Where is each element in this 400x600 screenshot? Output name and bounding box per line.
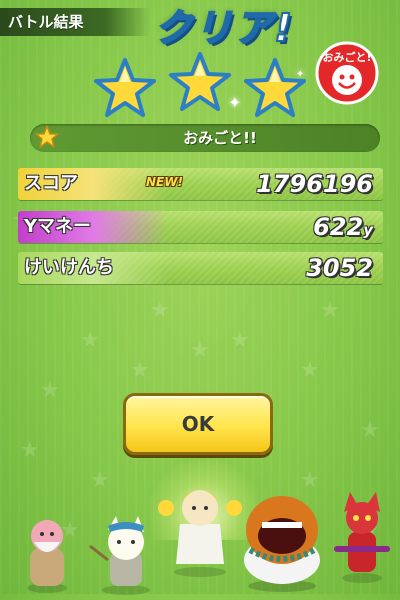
clear-title: クリア! (153, 5, 294, 51)
yokai-character-icon (330, 488, 394, 588)
sparkle-icon: ✦ (228, 93, 242, 112)
sparkle-icon: ✦ (296, 69, 305, 80)
comment-text: おみごと!! (183, 129, 257, 147)
stat-label: けいけんち (24, 257, 114, 278)
stat-value: 1796196 (256, 170, 373, 198)
stat-row-score: スコア NEW! 1796196 (18, 168, 383, 200)
rank-stars (92, 52, 308, 126)
stat-label: スコア (24, 173, 78, 194)
battle-result-label: バトル結果 (0, 8, 150, 36)
ok-button[interactable]: OK (123, 393, 273, 455)
stat-label: Yマネー (24, 216, 92, 237)
new-badge: NEW! (146, 175, 183, 189)
stat-row-exp: けいけんち 3052 (18, 252, 383, 284)
stat-row-ymoney: Yマネー 622y (18, 211, 383, 243)
stat-value: 3052 (306, 254, 373, 282)
rank-star-icon (167, 50, 233, 116)
yokai-characters (0, 470, 400, 596)
yokai-character-icon (22, 514, 72, 598)
rank-star-icon (92, 56, 158, 122)
star-icon (34, 124, 60, 150)
badge-text: おみごと! (322, 50, 371, 64)
yokai-character-icon (232, 488, 332, 596)
rank-star-icon (242, 56, 308, 122)
comment-row: おみごと!! (30, 124, 380, 152)
stat-unit: y (363, 221, 373, 239)
omigoto-badge: おみごと! (314, 40, 380, 106)
stat-value: 622y (313, 213, 373, 241)
